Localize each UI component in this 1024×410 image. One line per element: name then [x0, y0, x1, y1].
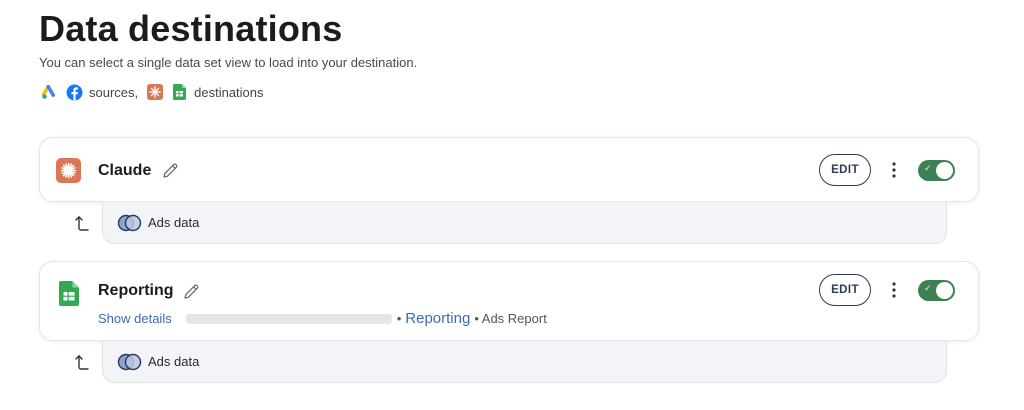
return-arrow-icon [73, 214, 91, 232]
edit-button[interactable]: EDIT [819, 154, 871, 186]
destination-details: Show details • Reporting • Ads Report [98, 310, 547, 327]
page-subtitle: You can select a single data set view to… [39, 55, 418, 70]
redacted-account [185, 313, 392, 324]
enabled-toggle[interactable]: ✓ [918, 160, 955, 181]
return-arrow-icon [73, 353, 91, 371]
check-icon: ✓ [924, 163, 932, 173]
check-icon: ✓ [924, 283, 932, 293]
destination-name: Claude [98, 162, 152, 179]
facebook-icon [65, 83, 83, 101]
dataset-label[interactable]: Ads data [148, 215, 199, 230]
sources-label: sources, [89, 84, 139, 100]
google-ads-icon [41, 83, 59, 101]
pencil-icon[interactable] [181, 281, 201, 301]
dataset-icon [117, 353, 142, 371]
more-options-icon[interactable] [887, 158, 901, 182]
dataset-label[interactable]: Ads data [148, 354, 199, 369]
more-options-icon[interactable] [887, 278, 901, 302]
dataset-panel: Ads data [75, 202, 947, 244]
google-sheets-icon [56, 281, 81, 306]
show-details-link[interactable]: Show details [98, 311, 172, 326]
destination-card-reporting: Reporting Show details • Reporting • Ads… [39, 261, 979, 341]
enabled-toggle[interactable]: ✓ [918, 280, 955, 301]
toggle-knob [936, 282, 953, 299]
toggle-knob [936, 162, 953, 179]
claude-icon [56, 158, 81, 183]
dataset-panel: Ads data [75, 341, 947, 383]
source-destination-legend: sources, destinations [41, 83, 272, 101]
claude-icon [146, 83, 164, 101]
destination-name: Reporting [98, 282, 174, 299]
pencil-icon[interactable] [160, 160, 180, 180]
spreadsheet-link[interactable]: Reporting [405, 310, 470, 327]
separator: • [396, 311, 402, 326]
edit-button[interactable]: EDIT [819, 274, 871, 306]
page-title: Data destinations [39, 8, 343, 49]
destinations-label: destinations [194, 84, 264, 100]
dataset-icon [117, 214, 142, 232]
sheet-name: • Ads Report [474, 311, 547, 326]
google-sheets-icon [170, 83, 188, 101]
destination-card-claude: Claude EDIT ✓ [39, 137, 979, 202]
